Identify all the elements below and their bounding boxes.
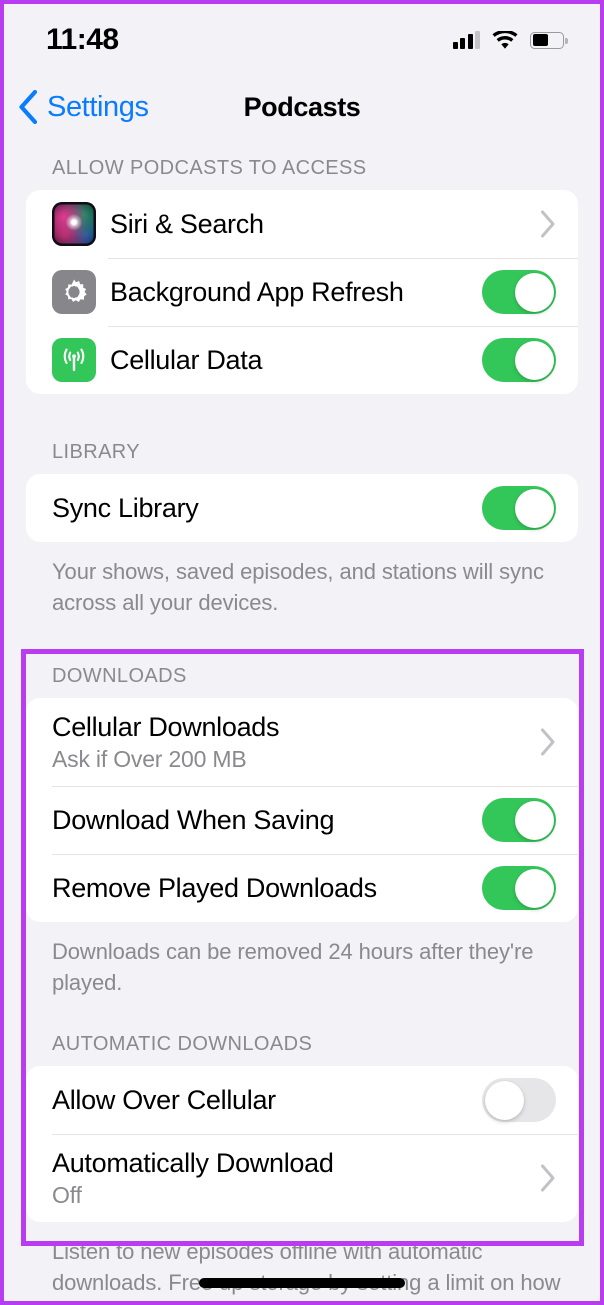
battery-icon [530, 31, 568, 49]
row-subtitle: Ask if Over 200 MB [52, 745, 247, 772]
row-automatically-download[interactable]: Automatically Download Off [26, 1134, 578, 1222]
toggle-download-when-saving[interactable] [482, 798, 556, 842]
row-title: Siri & Search [110, 209, 264, 239]
footnote-automatic-downloads: Listen to new episodes offline with auto… [52, 1239, 561, 1305]
row-title: Background App Refresh [110, 277, 404, 307]
section-header-library: LIBRARY [52, 441, 141, 463]
row-sync-library[interactable]: Sync Library [26, 474, 578, 542]
settings-list: ALLOW PODCASTS TO ACCESS Siri & Search B… [0, 150, 604, 1305]
row-title: Remove Played Downloads [52, 873, 377, 903]
toggle-background-app-refresh[interactable] [482, 270, 556, 314]
status-bar-time: 11:48 [46, 23, 119, 56]
row-cellular-downloads[interactable]: Cellular Downloads Ask if Over 200 MB [26, 698, 578, 786]
chevron-left-icon [19, 90, 38, 124]
gear-icon [52, 270, 96, 314]
row-title: Allow Over Cellular [52, 1085, 276, 1115]
podcasts-settings-screen: 11:48 Podcasts Settings ALLOW PODCASTS T… [0, 0, 604, 1305]
toggle-remove-played-downloads[interactable] [482, 866, 556, 910]
row-subtitle: Off [52, 1181, 82, 1208]
row-remove-played-downloads[interactable]: Remove Played Downloads [26, 854, 578, 922]
cellular-signal-icon [452, 31, 480, 49]
toggle-sync-library[interactable] [482, 486, 556, 530]
chevron-right-icon [540, 210, 556, 238]
card-library: Sync Library [26, 474, 578, 542]
section-header-downloads: DOWNLOADS [52, 665, 187, 687]
footnote-downloads: Downloads can be removed 24 hours after … [52, 939, 534, 995]
cellular-antenna-icon [52, 338, 96, 382]
row-title: Automatically Download [52, 1147, 334, 1178]
section-header-allow-access: ALLOW PODCASTS TO ACCESS [52, 157, 367, 179]
navigation-bar: Podcasts Settings [0, 78, 604, 136]
back-button-label: Settings [47, 90, 149, 123]
home-indicator[interactable] [199, 1278, 405, 1288]
back-button[interactable]: Settings [18, 78, 149, 136]
row-title: Cellular Downloads [52, 711, 280, 742]
row-download-when-saving[interactable]: Download When Saving [26, 786, 578, 854]
row-background-app-refresh[interactable]: Background App Refresh [26, 258, 578, 326]
row-title: Cellular Data [110, 345, 263, 375]
status-bar: 11:48 [0, 0, 604, 74]
row-allow-over-cellular[interactable]: Allow Over Cellular [26, 1066, 578, 1134]
footnote-library: Your shows, saved episodes, and stations… [52, 559, 544, 615]
row-siri-and-search[interactable]: Siri & Search [26, 190, 578, 258]
toggle-cellular-data[interactable] [482, 338, 556, 382]
wifi-icon [492, 30, 518, 49]
status-bar-indicators [452, 30, 568, 50]
siri-icon [52, 202, 96, 246]
card-allow-access: Siri & Search Background App Refresh Cel… [26, 190, 578, 394]
card-downloads: Cellular Downloads Ask if Over 200 MB Do… [26, 698, 578, 922]
card-automatic-downloads: Allow Over Cellular Automatically Downlo… [26, 1066, 578, 1222]
section-header-automatic-downloads: AUTOMATIC DOWNLOADS [52, 1033, 313, 1055]
toggle-allow-over-cellular[interactable] [482, 1078, 556, 1122]
row-title: Download When Saving [52, 805, 335, 835]
chevron-right-icon [540, 728, 556, 756]
row-cellular-data[interactable]: Cellular Data [26, 326, 578, 394]
row-title: Sync Library [52, 493, 199, 523]
chevron-right-icon [540, 1164, 556, 1192]
